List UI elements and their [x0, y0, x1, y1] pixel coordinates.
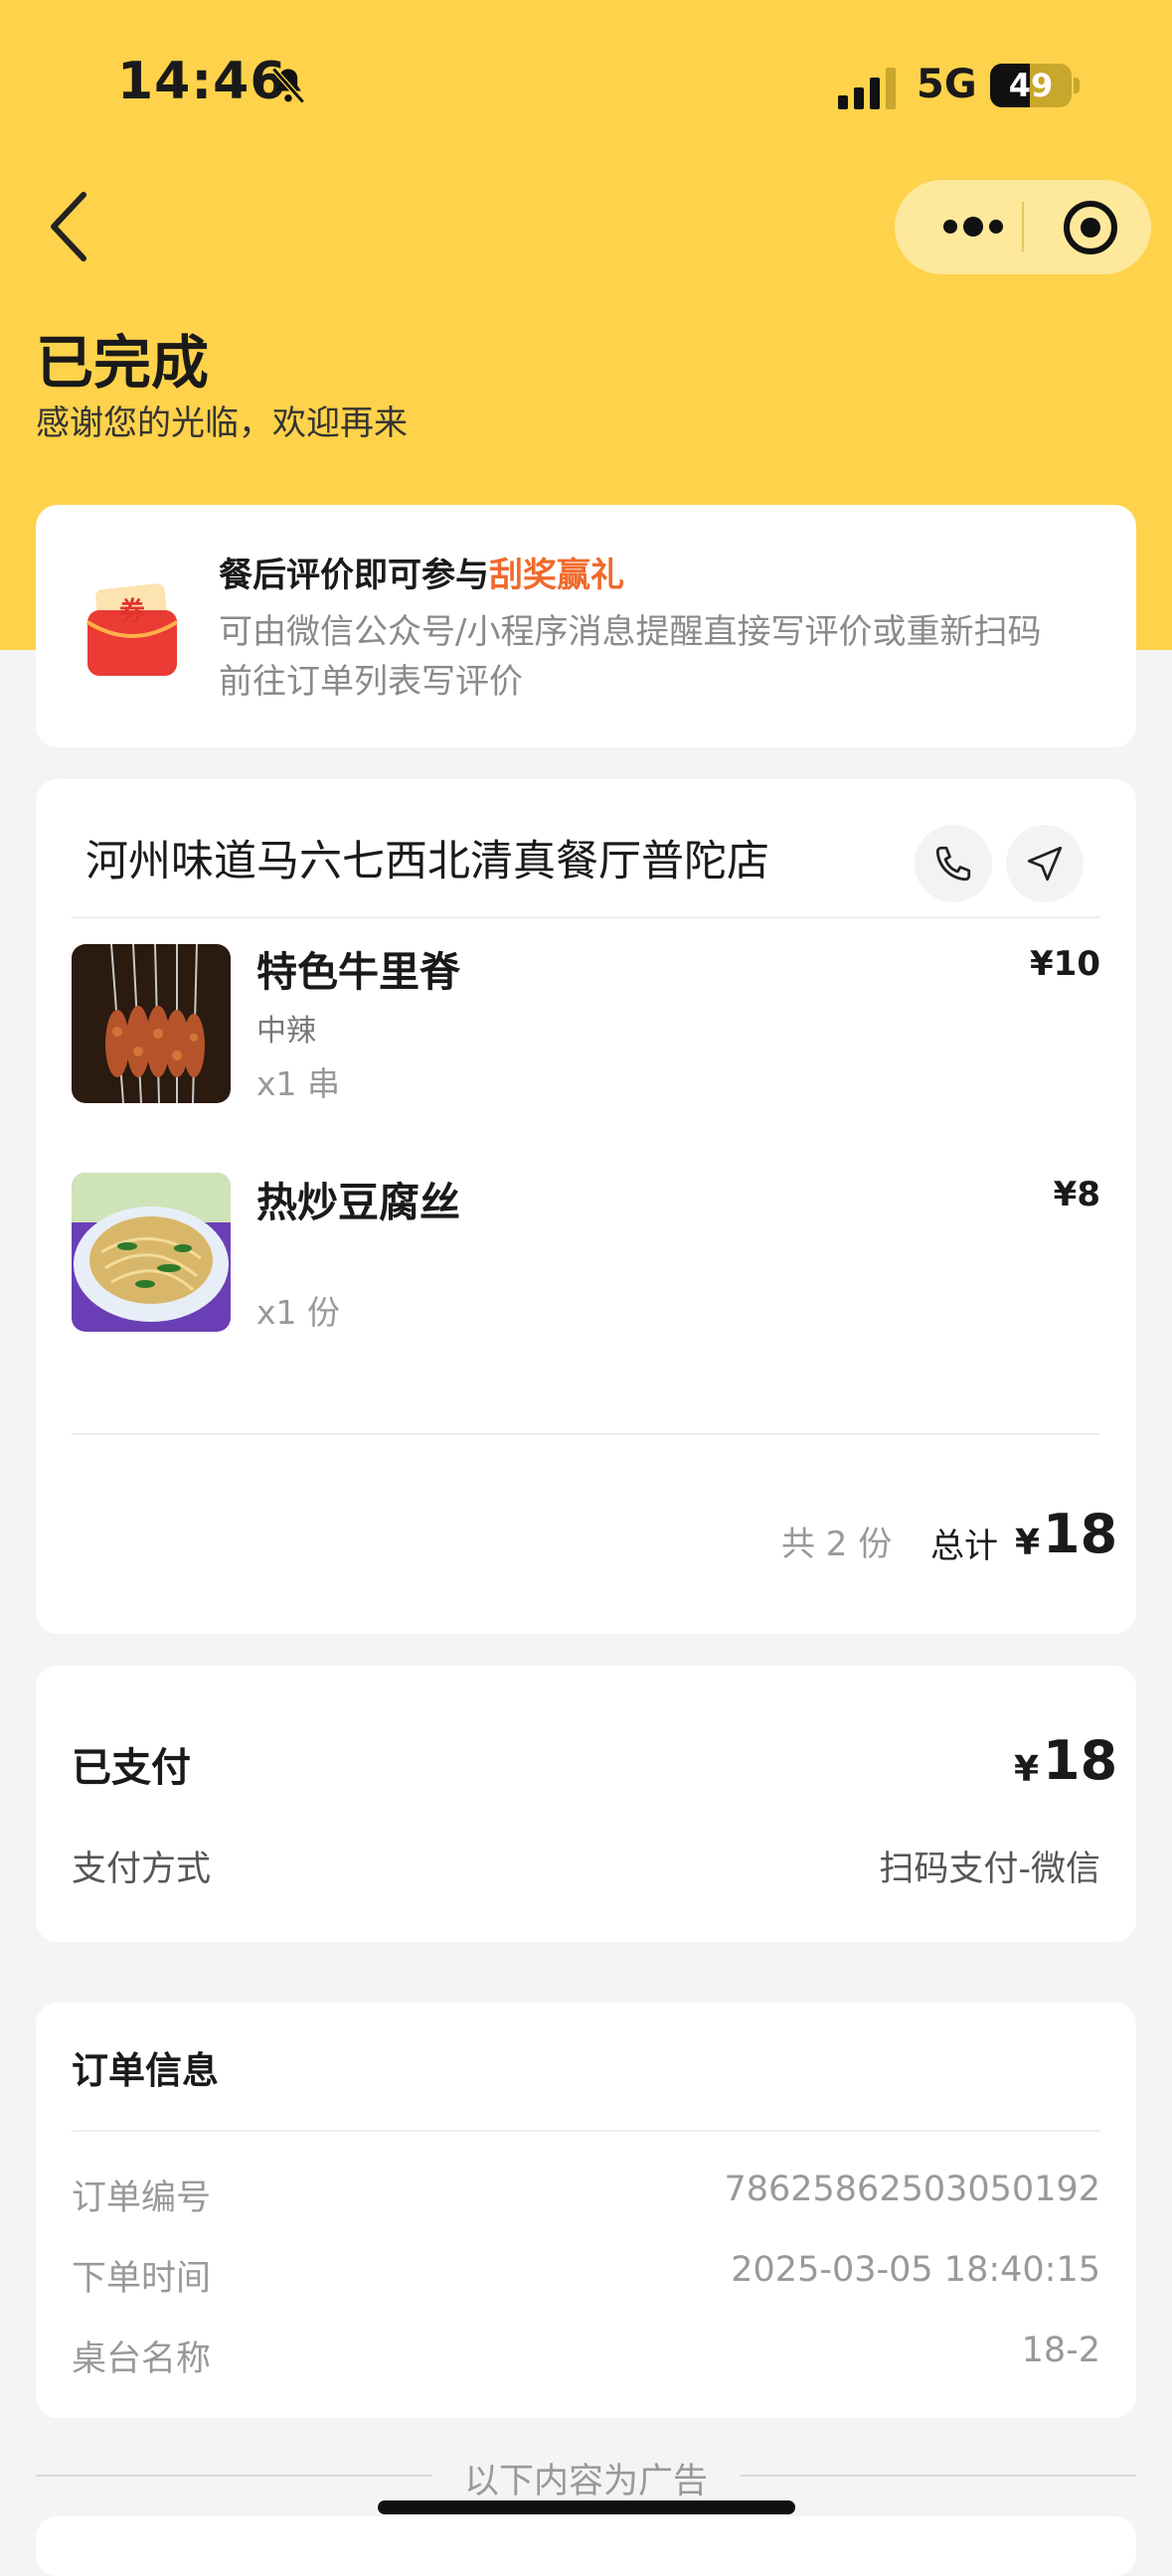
call-button[interactable]	[915, 825, 992, 902]
promo-title: 餐后评价即可参与刮奖赢礼	[219, 548, 624, 596]
home-indicator[interactable]	[378, 2500, 795, 2514]
paid-label: 已支付	[72, 1745, 191, 1791]
promo-description: 可由微信公众号/小程序消息提醒直接写评价或重新扫码 前往订单列表写评价	[219, 607, 1113, 707]
status-time: 14:46	[117, 52, 287, 111]
ad-card[interactable]	[36, 2516, 1136, 2576]
coupon-glyph: 券	[119, 597, 146, 627]
item-image-beef-skewer[interactable]	[72, 944, 231, 1103]
item-image-tofu-shreds[interactable]	[72, 1173, 231, 1332]
order-number-value[interactable]: 78625862503050192	[724, 2170, 1100, 2209]
phone-icon	[935, 846, 971, 882]
table-name-value: 18-2	[1021, 2331, 1100, 2370]
item-name: 热炒豆腐丝	[256, 1179, 460, 1226]
navigation-arrow-icon	[1027, 846, 1063, 882]
item-quantity: x1 份	[256, 1293, 341, 1332]
review-promo-card[interactable]: 券 餐后评价即可参与刮奖赢礼 可由微信公众号/小程序消息提醒直接写评价或重新扫码…	[36, 505, 1136, 747]
promo-desc-line1: 可由微信公众号/小程序消息提醒直接写评价或重新扫码	[219, 612, 1042, 652]
order-items-card: 河州味道马六七西北清真餐厅普陀店 特色牛里脊 中辣 x1 串 ¥10 热炒豆腐丝…	[36, 779, 1136, 1634]
payment-method-value: 扫码支付-微信	[879, 1850, 1100, 1889]
payment-card: 已支付 ¥ 18 支付方式 扫码支付-微信	[36, 1666, 1136, 1942]
table-name-label: 桌台名称	[72, 2339, 212, 2379]
item-count: 共 2 份	[781, 1525, 893, 1564]
promo-desc-line2: 前往订单列表写评价	[219, 662, 523, 702]
item-quantity: x1 串	[256, 1064, 341, 1103]
total-label: 总计	[930, 1527, 998, 1566]
item-price: ¥10	[1030, 944, 1100, 984]
promo-title-highlight: 刮奖赢礼	[489, 556, 624, 595]
order-info-card: 订单信息 订单编号 78625862503050192 下单时间 2025-03…	[36, 2003, 1136, 2418]
order-time-label: 下单时间	[72, 2259, 212, 2299]
network-type: 5G	[917, 62, 977, 107]
shop-name[interactable]: 河州味道马六七西北清真餐厅普陀店	[85, 827, 769, 888]
paid-amount: 18	[1043, 1729, 1118, 1792]
item-spec: 中辣	[256, 1014, 316, 1048]
ad-divider-text: 以下内容为广告	[463, 2462, 708, 2501]
order-info-title: 订单信息	[72, 2049, 219, 2092]
battery-percent: 49	[1008, 67, 1054, 104]
order-time-value: 2025-03-05 18:40:15	[731, 2250, 1100, 2290]
close-target-icon[interactable]	[1059, 196, 1122, 259]
battery-cap	[1074, 78, 1080, 93]
battery-icon: 49	[990, 64, 1072, 107]
shop-divider	[72, 916, 1100, 918]
promo-title-main: 餐后评价即可参与	[219, 556, 489, 595]
back-arrow-icon[interactable]	[44, 187, 95, 266]
paid-currency: ¥	[1014, 1749, 1040, 1790]
order-number-label: 订单编号	[72, 2178, 212, 2218]
more-options-icon[interactable]	[928, 202, 1018, 251]
signal-icon	[838, 68, 896, 109]
navigate-button[interactable]	[1006, 825, 1084, 902]
order-info-divider	[72, 2130, 1100, 2132]
item-price: ¥8	[1053, 1175, 1100, 1214]
mini-program-capsule	[895, 180, 1151, 274]
bell-muted-icon	[271, 67, 305, 104]
total-amount: 18	[1043, 1503, 1118, 1565]
item-name: 特色牛里脊	[256, 948, 460, 996]
capsule-separator	[1022, 202, 1024, 251]
total-currency: ¥	[1015, 1523, 1041, 1563]
order-status-title: 已完成	[36, 329, 210, 397]
order-status-subtitle: 感谢您的光临，欢迎再来	[36, 403, 408, 443]
red-envelope-coupon-icon: 券	[85, 583, 179, 676]
payment-method-label: 支付方式	[72, 1850, 212, 1889]
items-divider	[72, 1433, 1100, 1435]
